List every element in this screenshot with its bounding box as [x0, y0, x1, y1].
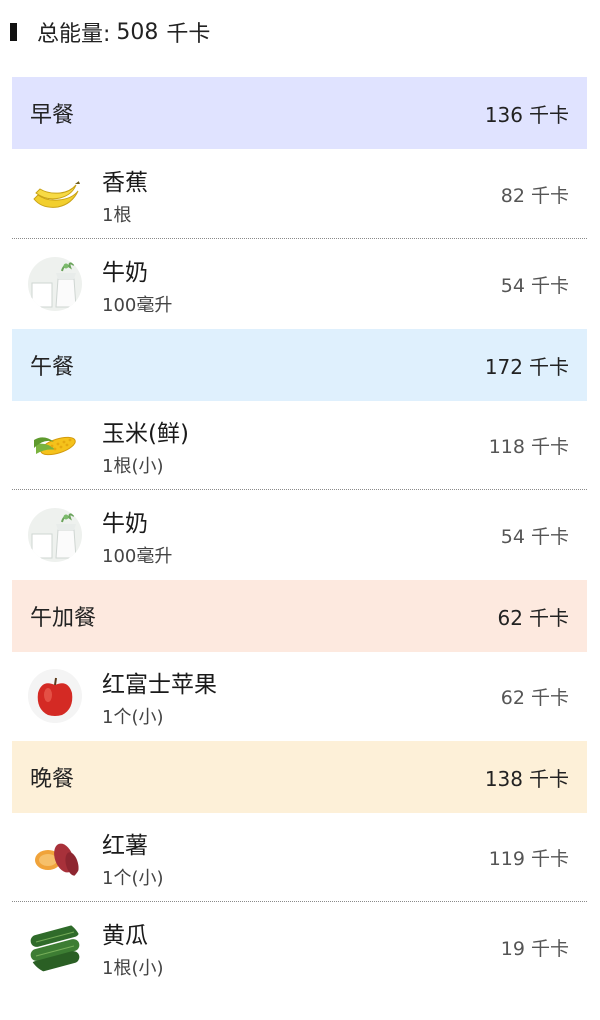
food-row[interactable]: 红薯 1个(小) 119 千卡	[12, 812, 587, 902]
food-kcal: 62 千卡	[500, 687, 569, 709]
food-amount: 100毫升	[102, 546, 173, 567]
meal-name: 晚餐	[30, 767, 75, 792]
total-energy-summary: 总能量: 508 千卡	[10, 12, 210, 52]
food-kcal: 54 千卡	[500, 275, 569, 297]
cucumber-icon	[28, 920, 82, 974]
food-row[interactable]: 牛奶 100毫升 54 千卡	[12, 490, 587, 580]
meal-kcal: 172 千卡	[484, 354, 569, 379]
meal-kcal: 136 千卡	[484, 102, 569, 127]
food-amount: 1个(小)	[102, 707, 164, 728]
meal-header-lunch[interactable]: 午餐 172 千卡	[12, 329, 587, 401]
food-name: 牛奶	[102, 260, 148, 286]
food-name: 黄瓜	[102, 923, 148, 949]
food-name: 玉米(鲜)	[102, 421, 189, 447]
meal-header-dinner[interactable]: 晚餐 138 千卡	[12, 741, 587, 813]
food-kcal: 82 千卡	[500, 185, 569, 207]
food-amount: 1根(小)	[102, 958, 164, 979]
food-name: 牛奶	[102, 511, 148, 537]
food-kcal: 118 千卡	[488, 436, 569, 458]
meal-name: 午加餐	[30, 606, 97, 631]
food-row[interactable]: 红富士苹果 1个(小) 62 千卡	[12, 651, 587, 741]
milk-icon	[28, 508, 82, 562]
total-energy-value: 508	[116, 19, 159, 45]
apple-icon	[28, 669, 82, 723]
food-name: 红薯	[102, 833, 148, 859]
meal-name: 早餐	[30, 103, 75, 128]
banana-icon	[28, 167, 82, 221]
food-amount: 100毫升	[102, 295, 173, 316]
food-row[interactable]: 玉米(鲜) 1根(小) 118 千卡	[12, 400, 587, 490]
meal-header-afternoon-snack[interactable]: 午加餐 62 千卡	[12, 580, 587, 652]
meal-header-breakfast[interactable]: 早餐 136 千卡	[12, 77, 587, 149]
food-row[interactable]: 牛奶 100毫升 54 千卡	[12, 239, 587, 329]
food-kcal: 54 千卡	[500, 526, 569, 548]
corn-icon	[28, 418, 82, 472]
milk-icon	[28, 257, 82, 311]
food-row[interactable]: 香蕉 1根 82 千卡	[12, 149, 587, 239]
meal-kcal: 62 千卡	[497, 605, 569, 630]
sweet-potato-icon	[28, 830, 82, 884]
food-amount: 1根(小)	[102, 456, 164, 477]
total-energy-unit: 千卡	[166, 22, 211, 47]
total-energy-label: 总能量:	[37, 22, 111, 47]
section-marker	[10, 23, 17, 41]
food-kcal: 119 千卡	[488, 848, 569, 870]
diet-page: 总能量: 508 千卡 早餐 136 千卡 香蕉 1根 82 千卡 牛奶 100…	[0, 0, 600, 1020]
food-amount: 1根	[102, 205, 132, 226]
food-name: 香蕉	[102, 170, 148, 196]
meal-name: 午餐	[30, 355, 75, 380]
meal-kcal: 138 千卡	[484, 766, 569, 791]
food-amount: 1个(小)	[102, 868, 164, 889]
food-row[interactable]: 黄瓜 1根(小) 19 千卡	[12, 902, 587, 992]
food-name: 红富士苹果	[102, 672, 217, 698]
food-kcal: 19 千卡	[500, 938, 569, 960]
